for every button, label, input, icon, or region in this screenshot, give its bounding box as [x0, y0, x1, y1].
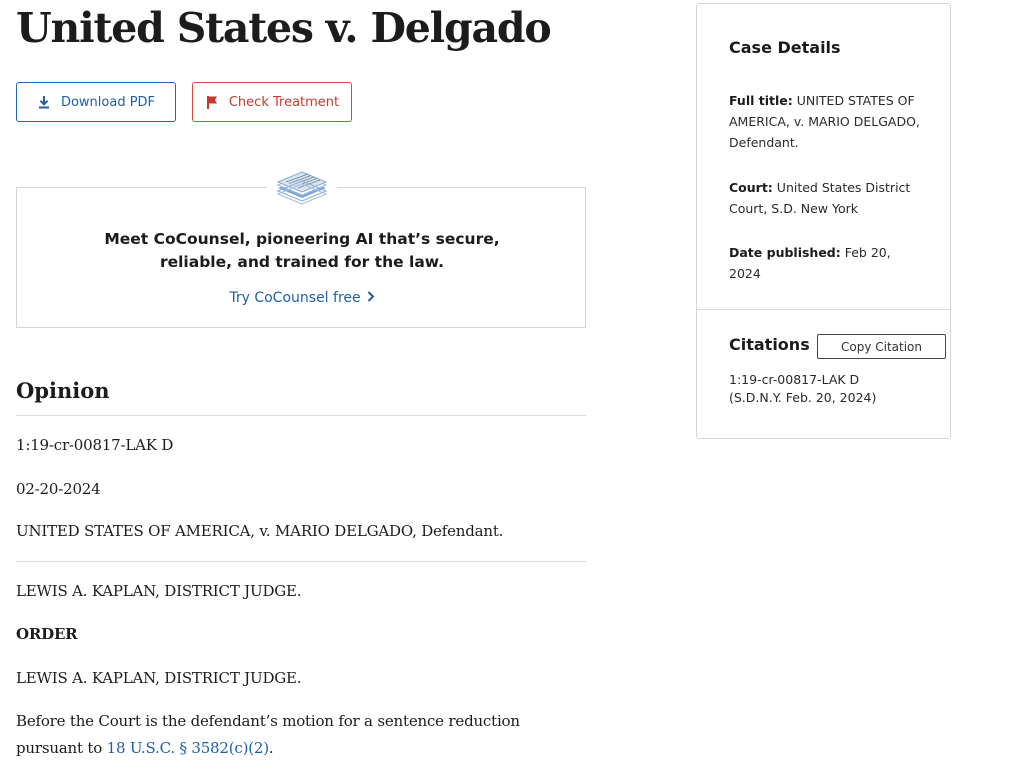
check-treatment-label: Check Treatment: [228, 94, 340, 110]
court-field: Court: United States District Court, S.D…: [729, 177, 925, 219]
chevron-right-icon: [367, 290, 375, 306]
opinion-paragraph: Before the Court is the defendant’s moti…: [16, 708, 556, 762]
try-cocounsel-label: Try CoCounsel free: [229, 290, 361, 306]
flag-icon: [205, 95, 219, 109]
download-pdf-button[interactable]: Download PDF: [16, 82, 176, 122]
court-label: Court:: [729, 180, 773, 195]
cocounsel-promo-card: Meet CoCounsel, pioneering AI that’s sec…: [16, 168, 587, 328]
date-published-field: Date published: Feb 20, 2024: [729, 242, 925, 284]
opinion-heading: Opinion: [16, 378, 110, 403]
try-cocounsel-link[interactable]: Try CoCounsel free: [17, 290, 587, 306]
panel-divider: [697, 309, 950, 310]
promo-heading: Meet CoCounsel, pioneering AI that’s sec…: [104, 230, 500, 271]
check-treatment-button[interactable]: Check Treatment: [192, 82, 352, 122]
case-details-panel: Case Details Full title: UNITED STATES O…: [696, 3, 951, 439]
opinion-date: 02-20-2024: [16, 480, 101, 498]
parties-divider: [16, 561, 586, 562]
date-published-label: Date published:: [729, 245, 841, 260]
opinion-judge: LEWIS A. KAPLAN, DISTRICT JUDGE.: [16, 582, 302, 600]
full-title-label: Full title:: [729, 93, 793, 108]
opinion-docket: 1:19-cr-00817-LAK D: [16, 436, 174, 454]
order-heading: ORDER: [16, 625, 78, 643]
citation-docket: 1:19-cr-00817-LAK D: [729, 372, 860, 387]
opinion-judge-repeat: LEWIS A. KAPLAN, DISTRICT JUDGE.: [16, 669, 302, 687]
paragraph-end: .: [268, 739, 274, 757]
case-details-title: Case Details: [729, 38, 841, 57]
citations-title: Citations: [729, 335, 810, 354]
citation-text: 1:19-cr-00817-LAK D (S.D.N.Y. Feb. 20, 2…: [729, 371, 929, 407]
page-title: United States v. Delgado: [16, 4, 552, 52]
download-pdf-label: Download PDF: [60, 94, 156, 110]
opinion-divider: [16, 415, 586, 416]
download-icon: [37, 95, 51, 109]
statute-link[interactable]: 18 U.S.C. § 3582(c)(2): [107, 739, 269, 757]
opinion-parties: UNITED STATES OF AMERICA, v. MARIO DELGA…: [16, 522, 504, 540]
layers-icon: [267, 168, 337, 208]
copy-citation-button[interactable]: Copy Citation: [817, 334, 946, 359]
full-title-field: Full title: UNITED STATES OF AMERICA, v.…: [729, 90, 925, 153]
citation-court-date: (S.D.N.Y. Feb. 20, 2024): [729, 390, 877, 405]
